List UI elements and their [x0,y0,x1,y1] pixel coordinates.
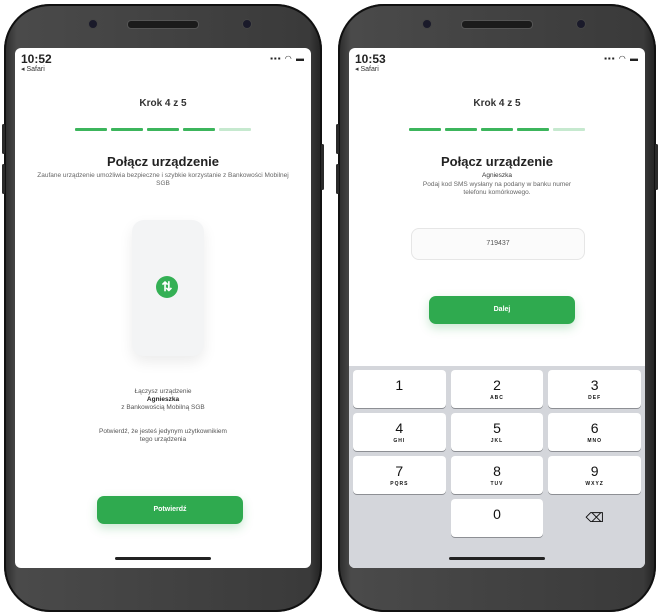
screen-right: 10:53 ◂ Safari ▪▪▪ ◠ ▬ Krok 4 z 5 Połącz… [349,48,645,568]
keypad-blank [353,499,446,537]
backspace-icon[interactable]: ⌫ [548,499,641,537]
key-digit: 6 [590,420,599,436]
sensor [422,19,432,29]
progress-bar [409,128,585,131]
sms-code-input[interactable]: 719437 [411,228,585,260]
keypad-key[interactable]: 3 DEF [548,370,641,408]
system-icons: ▪▪▪ ◠ ▬ [604,54,639,63]
connect-info: Łączysz urządzenie Agnieszka z Bankowośc… [35,388,291,412]
progress-segment [111,128,143,131]
user-name: Agnieszka [482,172,512,179]
sensor [88,19,98,29]
back-to-safari-link[interactable]: ◂ Safari [355,65,379,73]
volume-button [2,124,5,154]
volume-button [336,124,339,154]
next-button[interactable]: Dalej [429,296,575,324]
home-indicator [115,557,211,560]
page-title: Połącz urządzenie [107,154,219,169]
progress-segment [147,128,179,131]
screen-left: 10:52 ◂ Safari ▪▪▪ ◠ ▬ Krok 4 z 5 Połącz… [15,48,311,568]
keypad-key[interactable]: 7 PQRS [353,456,446,494]
progress-bar [75,128,251,131]
key-letters: DEF [588,395,602,401]
key-letters: PQRS [390,481,409,487]
page-title: Połącz urządzenie [441,154,553,169]
progress-segment [445,128,477,131]
system-icons: ▪▪▪ ◠ ▬ [270,54,305,63]
back-to-safari-link[interactable]: ◂ Safari [21,65,45,73]
keypad-key[interactable]: 8 TUV [450,456,544,494]
speaker [461,20,533,29]
keypad-key[interactable]: 0 [450,499,544,537]
keypad-key[interactable]: 2 ABC [450,370,544,408]
keypad-key[interactable]: 6 MNO [548,413,641,451]
info-line: Łączysz urządzenie [134,388,192,395]
progress-segment [219,128,251,131]
progress-segment [481,128,513,131]
power-button [321,144,324,190]
key-digit: 9 [590,463,599,479]
keypad-key[interactable]: 9 WXYZ [548,456,641,494]
status-time: 10:52 [21,52,52,66]
key-digit: 1 [395,377,404,393]
sync-icon: ⇅ [156,276,178,298]
phone-right: 10:53 ◂ Safari ▪▪▪ ◠ ▬ Krok 4 z 5 Połącz… [336,4,658,612]
key-letters: MNO [587,438,602,444]
key-letters: JKL [490,438,504,444]
progress-segment [553,128,585,131]
speaker [127,20,199,29]
confirm-button[interactable]: Potwierdź [97,496,243,524]
key-digit: 7 [395,463,404,479]
status-bar: 10:52 ◂ Safari ▪▪▪ ◠ ▬ [21,52,305,74]
volume-button [336,164,339,194]
keypad-grid: 1 2 ABC 3 DEF 4 GHI 5 JKL 6 MNO 7 PQRS 8 TUV 9 WXYZ 0 ⌫ [353,370,641,537]
volume-button [2,164,5,194]
key-digit: 3 [590,377,599,393]
key-digit: 2 [493,377,501,393]
numeric-keypad: 1 2 ABC 3 DEF 4 GHI 5 JKL 6 MNO 7 PQRS 8 TUV 9 WXYZ 0 ⌫ [349,366,645,568]
phone-left: 10:52 ◂ Safari ▪▪▪ ◠ ▬ Krok 4 z 5 Połącz… [2,4,324,612]
progress-segment [183,128,215,131]
keypad-key[interactable]: 1 [353,370,446,408]
device-name: Agnieszka [146,396,180,403]
step-indicator: Krok 4 z 5 [139,98,187,109]
info-line: z Bankowością Mobilną SGB [121,404,205,411]
key-digit: 0 [493,506,501,522]
status-time: 10:53 [355,52,386,66]
page-subtitle: Zaufane urządzenie umożliwia bezpieczne … [37,172,289,187]
key-digit: 5 [493,420,501,436]
camera [242,19,252,29]
key-letters: ABC [490,395,504,401]
key-letters: WXYZ [585,481,604,487]
keypad-key[interactable]: 5 JKL [450,413,544,451]
key-digit: 8 [493,463,501,479]
device-illustration: ⇅ [132,220,204,356]
keypad-key[interactable]: 4 GHI [353,413,446,451]
key-letters: TUV [490,481,504,487]
home-indicator [449,557,545,560]
key-letters: GHI [393,438,406,444]
confirm-text: Potwierdź, że jesteś jedynym użytkowniki… [99,428,227,443]
key-digit: 4 [395,420,404,436]
step-indicator: Krok 4 z 5 [473,98,521,109]
sms-instruction: Podaj kod SMS wysłany na podany w banku … [422,181,572,196]
progress-segment [517,128,549,131]
status-bar: 10:53 ◂ Safari ▪▪▪ ◠ ▬ [355,52,639,74]
progress-segment [409,128,441,131]
camera [576,19,586,29]
progress-segment [75,128,107,131]
